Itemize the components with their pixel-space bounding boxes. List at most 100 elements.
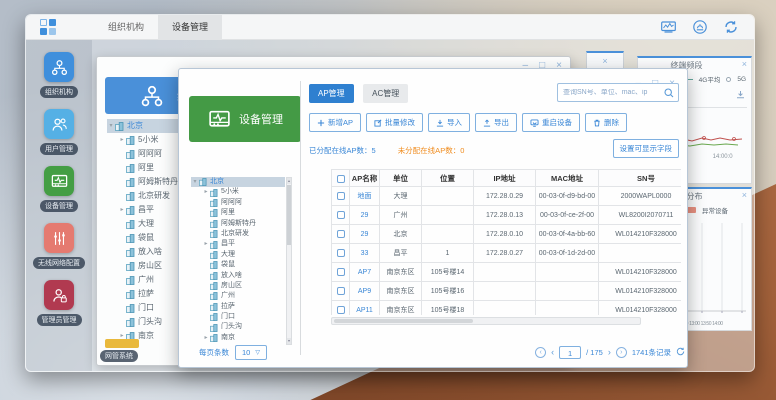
cell-ap-name[interactable]: 地面 xyxy=(350,187,380,206)
sidebar-item-devices[interactable]: 设备管理 xyxy=(40,166,78,212)
refresh-icon[interactable] xyxy=(724,20,738,34)
tree-item[interactable]: ▸ 南京 xyxy=(191,333,285,343)
tree-item-label: 南京 xyxy=(138,329,154,343)
table-row[interactable]: AP9 南京东区 105号楼16 WL014210F328000 xyxy=(332,282,682,301)
close-icon[interactable]: × xyxy=(742,59,747,69)
cell-ap-name[interactable]: 29 xyxy=(350,206,380,225)
search-icon[interactable] xyxy=(664,88,674,98)
import-button[interactable]: 导入 xyxy=(428,113,470,132)
tree-item[interactable]: 门口 xyxy=(191,312,285,322)
set-visible-fields-button[interactable]: 设置可显示字段 xyxy=(613,139,680,158)
tree-item[interactable]: 阿里 xyxy=(191,208,285,218)
tab-organization[interactable]: 组织机构 xyxy=(94,15,158,40)
batch-edit-button[interactable]: 批量修改 xyxy=(366,113,423,132)
restart-device-button[interactable]: 重启设备 xyxy=(522,113,580,132)
tab-device-management[interactable]: 设备管理 xyxy=(158,15,222,40)
sidebar-item-organization[interactable]: 组织机构 xyxy=(40,52,78,98)
row-checkbox[interactable] xyxy=(332,301,350,316)
close-icon[interactable]: × xyxy=(742,190,747,200)
last-page-button[interactable]: › xyxy=(616,347,627,358)
cell-ap-name[interactable]: 29 xyxy=(350,225,380,244)
tab-ac-management[interactable]: AC管理 xyxy=(363,84,408,103)
row-checkbox[interactable] xyxy=(332,187,350,206)
cell-ap-name[interactable]: AP9 xyxy=(350,282,380,301)
table-row[interactable]: AP7 南京东区 105号楼14 WL014210F328000 xyxy=(332,263,682,282)
expander-icon[interactable]: ▸ xyxy=(202,187,210,197)
cell-sn: WL014210F328000 xyxy=(599,225,682,244)
tree-item[interactable]: 阿姆斯特丹 xyxy=(191,219,285,229)
building-icon xyxy=(210,282,218,290)
row-checkbox[interactable] xyxy=(332,206,350,225)
export-button[interactable]: 导出 xyxy=(475,113,517,132)
system-button[interactable] xyxy=(105,339,139,348)
export-icon xyxy=(483,119,491,127)
expander-icon[interactable]: ▸ xyxy=(118,203,126,217)
tree-item-label: 门口 xyxy=(138,301,154,315)
tree-item-label: 放入啥 xyxy=(138,245,162,259)
building-icon xyxy=(126,276,135,285)
sidebar-item-wireless-config[interactable]: 无线网络配置 xyxy=(33,223,85,269)
alarm-icon[interactable] xyxy=(693,20,707,34)
search-input[interactable] xyxy=(558,89,664,96)
expander-icon[interactable]: ▸ xyxy=(118,133,126,147)
tab-ap-management[interactable]: AP管理 xyxy=(309,84,354,103)
prev-page-button[interactable]: ‹ xyxy=(551,348,554,357)
sidebar-item-admins[interactable]: 管理员管理 xyxy=(37,280,82,326)
add-ap-button[interactable]: 新增AP xyxy=(309,113,361,132)
table-row[interactable]: 29 广州 172.28.0.13 00-03-0f-ce-2f-00 WL82… xyxy=(332,206,682,225)
tree-item[interactable]: 门头沟 xyxy=(191,322,285,332)
refresh-table-icon[interactable] xyxy=(676,347,685,358)
delete-button[interactable]: 删除 xyxy=(585,113,627,132)
expander-icon[interactable]: ▸ xyxy=(202,333,210,343)
tree-item[interactable]: 房山区 xyxy=(191,281,285,291)
cell-ap-name[interactable]: AP7 xyxy=(350,263,380,282)
monitor-chart-icon[interactable] xyxy=(661,21,676,33)
tree-item[interactable]: 北京研发 xyxy=(191,229,285,239)
cell-location xyxy=(422,206,474,225)
building-icon xyxy=(126,304,135,313)
row-checkbox[interactable] xyxy=(332,282,350,301)
building-icon xyxy=(126,290,135,299)
tree-item[interactable]: ▸ 5小米 xyxy=(191,187,285,197)
select-all-checkbox[interactable] xyxy=(332,170,350,187)
download-icon[interactable] xyxy=(736,86,745,104)
close-icon[interactable]: × xyxy=(602,56,607,66)
system-button-label: 网管系统 xyxy=(100,350,138,362)
first-page-button[interactable]: ‹ xyxy=(535,347,546,358)
users-icon xyxy=(44,109,74,139)
building-icon xyxy=(210,261,218,269)
expander-icon[interactable]: ▸ xyxy=(202,239,210,249)
table-row[interactable]: 29 北京 172.28.0.10 00-03-0f-4a-bb-60 WL01… xyxy=(332,225,682,244)
sidebar-item-users[interactable]: 用户管理 xyxy=(40,109,78,155)
cell-unit: 南京东区 xyxy=(380,263,422,282)
tree-item[interactable]: ▾ 北京 xyxy=(191,177,285,187)
tree-item[interactable]: 放入啥 xyxy=(191,271,285,281)
building-icon xyxy=(210,272,218,280)
tree-item[interactable]: 广州 xyxy=(191,291,285,301)
next-page-button[interactable]: › xyxy=(608,348,611,357)
table-row[interactable]: 地面 大理 172.28.0.29 00-03-0f-d9-bd-00 2000… xyxy=(332,187,682,206)
tree-item[interactable]: 袋鼠 xyxy=(191,260,285,270)
cell-unit: 昌平 xyxy=(380,244,422,263)
records-count: 1741条记录 xyxy=(632,347,671,358)
tree-item[interactable]: ▸ 昌平 xyxy=(191,239,285,249)
tree-item-label: 袋鼠 xyxy=(221,260,235,270)
per-page-select[interactable]: 10▽ xyxy=(235,345,267,360)
table-row[interactable]: 33 昌平 1 172.28.0.27 00-03-0f-1d-2d-00 xyxy=(332,244,682,263)
tree-item[interactable]: 大理 xyxy=(191,250,285,260)
row-checkbox[interactable] xyxy=(332,244,350,263)
table-horizontal-scrollbar[interactable] xyxy=(331,317,641,325)
expander-icon[interactable]: ▾ xyxy=(191,177,199,187)
row-checkbox[interactable] xyxy=(332,225,350,244)
cell-ip xyxy=(474,301,536,316)
page-input[interactable]: 1 xyxy=(559,346,581,359)
cell-ap-name[interactable]: 33 xyxy=(350,244,380,263)
expander-icon[interactable]: ▾ xyxy=(107,119,115,133)
cell-ap-name[interactable]: AP11 xyxy=(350,301,380,316)
tree-item[interactable]: 拉萨 xyxy=(191,302,285,312)
row-checkbox[interactable] xyxy=(332,263,350,282)
tree-item-label: 5小米 xyxy=(221,187,239,197)
tree-item[interactable]: 阿阿阿 xyxy=(191,198,285,208)
table-row[interactable]: AP11 南京东区 105号楼18 WL014210F328000 xyxy=(332,301,682,316)
tree-scrollbar[interactable]: ▴▾ xyxy=(286,177,292,345)
